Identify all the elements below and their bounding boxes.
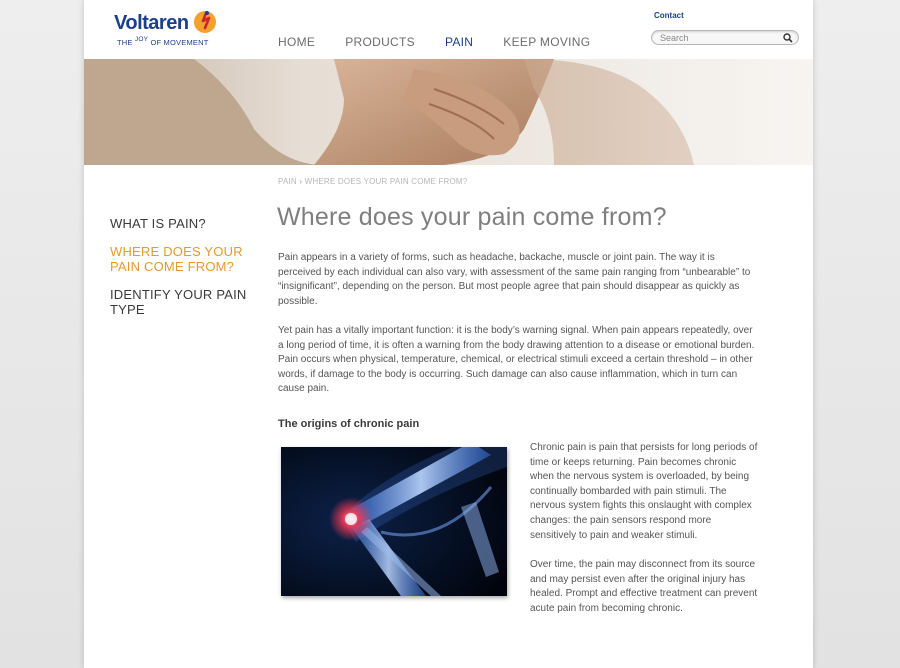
breadcrumb: PAIN › WHERE DOES YOUR PAIN COME FROM?	[278, 177, 467, 186]
sidebar-item-identify-pain-type[interactable]: IDENTIFY YOUR PAIN TYPE	[110, 287, 250, 317]
logo-figure-icon	[194, 11, 216, 33]
search-box	[651, 30, 799, 45]
voltaren-logo[interactable]: Voltaren THE JOY OF MOVEMENT	[114, 10, 224, 50]
nav-home[interactable]: HOME	[278, 35, 315, 49]
knee-xray-image	[281, 437, 507, 596]
contact-link[interactable]: Contact	[654, 11, 684, 20]
main-nav: HOME PRODUCTS PAIN KEEP MOVING	[278, 35, 620, 49]
section-sidebar: WHAT IS PAIN? WHERE DOES YOUR PAIN COME …	[110, 216, 250, 330]
hero-banner-image	[84, 59, 813, 165]
breadcrumb-pain[interactable]: PAIN	[278, 177, 297, 186]
section-heading: The origins of chronic pain	[278, 418, 420, 430]
sidebar-item-where-does-pain-come-from[interactable]: WHERE DOES YOUR PAIN COME FROM?	[110, 244, 250, 274]
chronic-pain-paragraph: Chronic pain is pain that persists for l…	[530, 442, 758, 541]
knee-joint-illustration	[281, 437, 507, 596]
page-container: Voltaren THE JOY OF MOVEMENT HOME PRODUC…	[84, 0, 813, 668]
breadcrumb-current: WHERE DOES YOUR PAIN COME FROM?	[304, 177, 468, 186]
function-paragraph: Yet pain has a vitally important functio…	[278, 325, 755, 395]
logo-wordmark: Voltaren	[114, 12, 189, 34]
search-input[interactable]	[660, 32, 778, 43]
intro-paragraph: Pain appears in a variety of forms, such…	[278, 252, 751, 307]
treatment-paragraph: Over time, the pain may disconnect from …	[530, 559, 758, 614]
page-title: Where does your pain come from?	[277, 203, 667, 231]
neck-pain-illustration	[84, 59, 813, 165]
nav-keep-moving[interactable]: KEEP MOVING	[503, 35, 590, 49]
breadcrumb-separator: ›	[299, 177, 303, 186]
logo-tagline: THE JOY OF MOVEMENT	[117, 36, 209, 47]
nav-pain[interactable]: PAIN	[445, 35, 473, 49]
nav-products[interactable]: PRODUCTS	[345, 35, 415, 49]
search-icon[interactable]	[782, 32, 794, 44]
sidebar-item-what-is-pain[interactable]: WHAT IS PAIN?	[110, 216, 250, 231]
